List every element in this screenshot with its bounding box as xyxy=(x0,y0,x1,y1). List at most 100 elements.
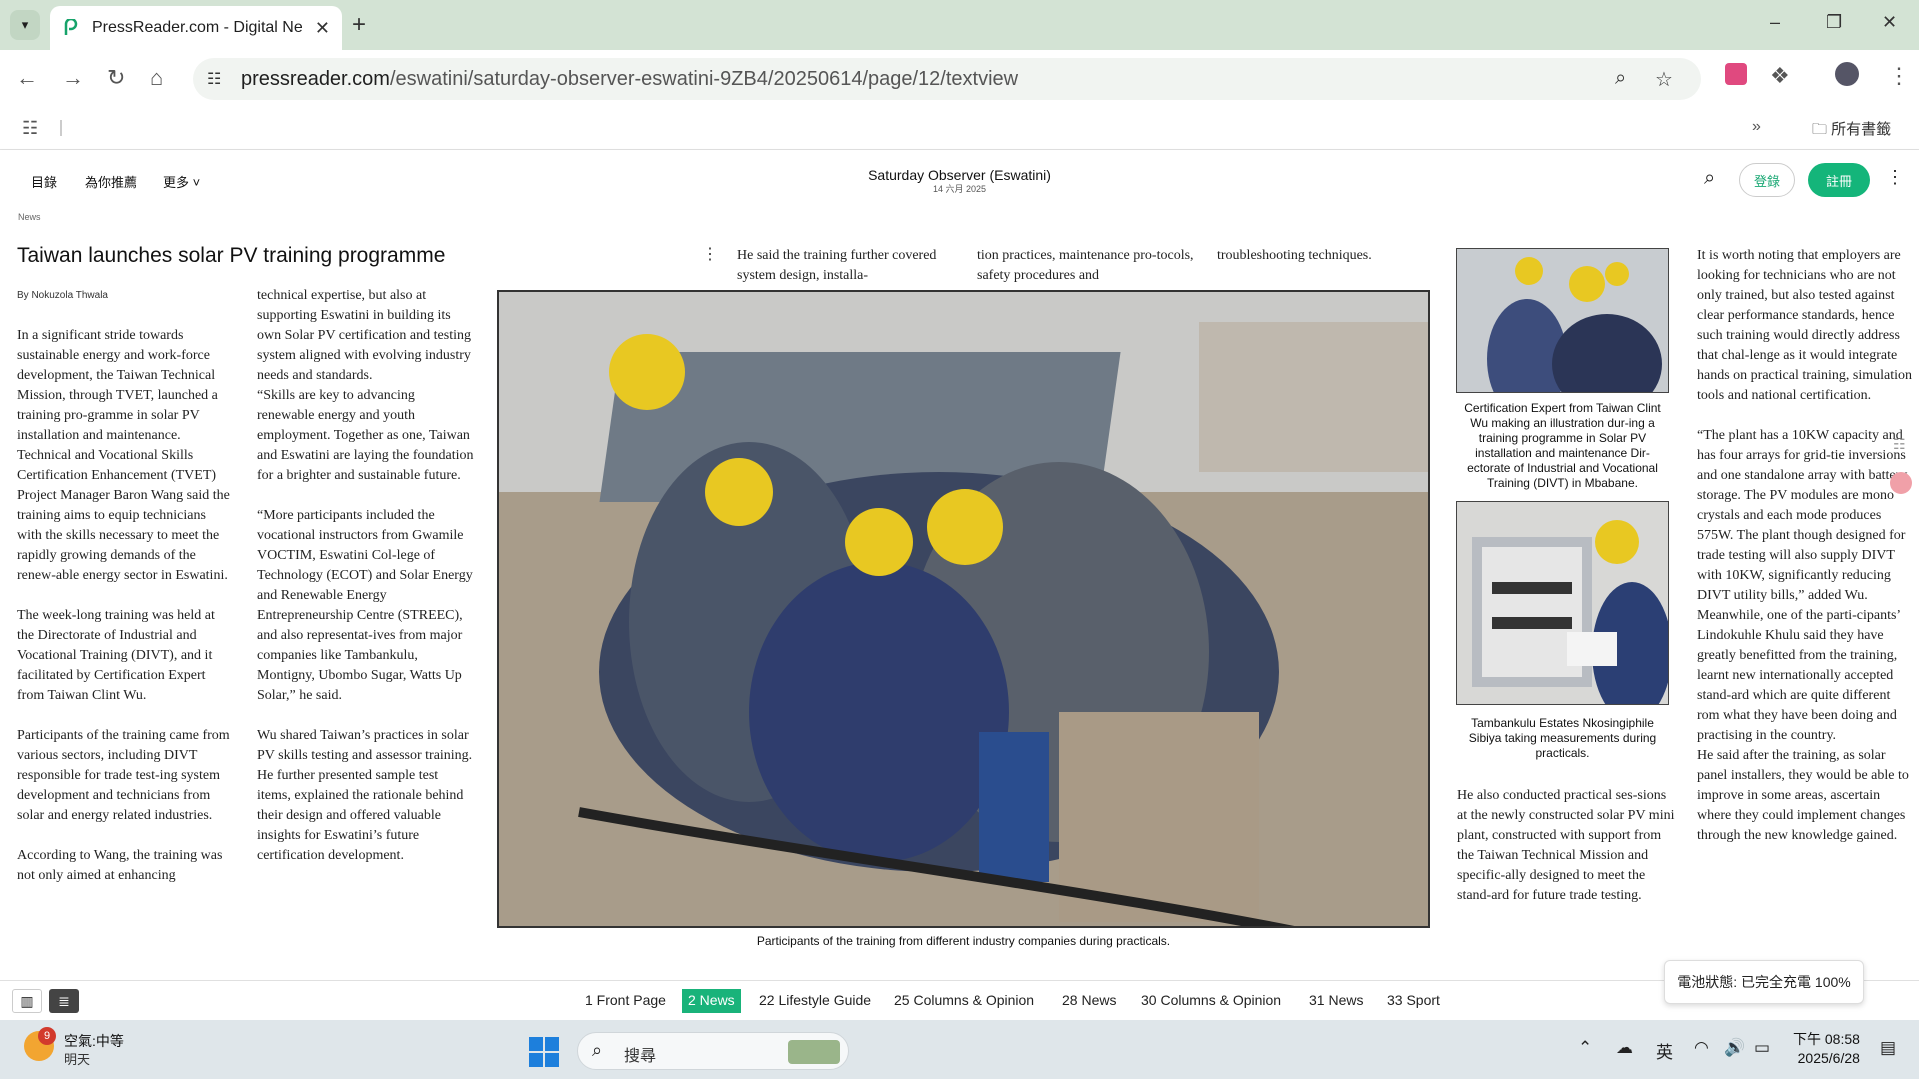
tab-title: PressReader.com - Digital Ne xyxy=(92,19,302,36)
article-byline: By Nokuzola Thwala xyxy=(17,290,108,301)
reload-icon[interactable]: ↻ xyxy=(107,65,125,91)
search-icon[interactable]: ⌕ xyxy=(1704,167,1715,190)
strip-text-1: He said the training further covered sys… xyxy=(737,248,937,283)
paragraph: “The plant has a 10KW capacity and has f… xyxy=(1697,428,1908,603)
photo-measurements-caption: Tambankulu Estates Nkosingiphile Sibiya … xyxy=(1468,716,1657,760)
page-view-icon[interactable]: ▥ xyxy=(12,989,42,1013)
page-link[interactable]: 25 Columns & Opinion xyxy=(888,989,1040,1013)
main-photo[interactable] xyxy=(497,290,1430,928)
taskbar-search[interactable]: ⌕ 搜尋 xyxy=(577,1032,849,1070)
pressreader-favicon xyxy=(64,19,78,35)
new-tab-button[interactable]: + xyxy=(352,11,366,39)
onedrive-icon[interactable]: ☁ xyxy=(1616,1038,1633,1058)
forward-icon[interactable]: → xyxy=(62,65,84,91)
search-placeholder: 搜尋 xyxy=(624,1048,657,1065)
system-clock[interactable]: 下午 08:58 2025/6/28 xyxy=(1793,1030,1860,1068)
bookmark-separator xyxy=(60,120,62,136)
browser-tab-active[interactable]: PressReader.com - Digital Ne ✕ xyxy=(50,6,342,50)
article-column-1: In a significant stride towards sustaina… xyxy=(17,326,231,906)
article-textview: News Taiwan launches solar PV training p… xyxy=(0,210,1919,980)
paragraph: Participants of the training came from v… xyxy=(17,728,230,823)
login-button[interactable]: 登錄 xyxy=(1739,163,1795,197)
paragraph: It is worth noting that employers are lo… xyxy=(1697,248,1913,403)
clock-time: 下午 08:58 xyxy=(1793,1031,1860,1047)
side-tool-icon[interactable]: ☷ xyxy=(1893,436,1906,453)
profile-avatar[interactable] xyxy=(1835,62,1859,86)
strip-text-3: troubleshooting techniques. xyxy=(1217,248,1372,263)
page-link[interactable]: 1 Front Page xyxy=(579,989,672,1013)
windows-start-icon[interactable] xyxy=(529,1037,559,1067)
paragraph: In a significant stride towards sustaina… xyxy=(17,328,218,443)
paragraph: technical expertise, but also at support… xyxy=(257,288,471,383)
minimize-icon[interactable]: – xyxy=(1770,12,1780,33)
weather-day: 明天 xyxy=(64,1052,91,1067)
tab-search-button[interactable]: ▾ xyxy=(10,10,40,40)
section-label: News xyxy=(18,212,41,222)
restore-icon[interactable]: ❐ xyxy=(1826,12,1842,33)
paragraph: The week-long training was held at the D… xyxy=(17,608,215,703)
tab-close-icon[interactable]: ✕ xyxy=(315,18,330,39)
browser-menu-icon[interactable]: ⋮ xyxy=(1888,63,1910,89)
photo-expert-graphic xyxy=(1457,249,1668,392)
paragraph: Meanwhile, one of the parti-cipants’ Lin… xyxy=(1697,608,1901,743)
site-info-icon[interactable]: ☷ xyxy=(207,69,221,89)
paragraph: He said after the training, as solar pan… xyxy=(1697,748,1909,843)
main-photo-caption: Participants of the training from differ… xyxy=(756,934,1171,948)
publication-date: 14 六月 2025 xyxy=(932,184,987,194)
close-window-icon[interactable]: ✕ xyxy=(1882,12,1897,33)
page-link-active[interactable]: 2 News xyxy=(682,989,741,1013)
main-photo-graphic xyxy=(499,292,1428,926)
paragraph: “More participants included the vocation… xyxy=(257,508,473,703)
weather-status: 空氣:中等 xyxy=(64,1033,124,1049)
apps-grid-icon[interactable]: ☷ xyxy=(22,118,38,139)
publication-title[interactable]: Saturday Observer (Eswatini) xyxy=(0,167,1919,183)
url-text: pressreader.com/eswatini/saturday-observ… xyxy=(241,68,1019,90)
battery-icon[interactable]: ▭ xyxy=(1754,1038,1770,1058)
volume-icon[interactable]: 🔊 xyxy=(1724,1038,1745,1058)
tab-strip: ▾ PressReader.com - Digital Ne ✕ + – ❐ ✕ xyxy=(0,0,1919,50)
article-column-5: It is worth noting that employers are lo… xyxy=(1697,246,1913,846)
ime-indicator[interactable]: 英 xyxy=(1656,1038,1673,1063)
bookmark-star-icon[interactable]: ☆ xyxy=(1655,67,1673,92)
paragraph: Wu shared Taiwan’s practices in solar PV… xyxy=(257,728,473,863)
photo-expert-caption: Certification Expert from Taiwan Clint W… xyxy=(1464,401,1661,490)
clock-date: 2025/6/28 xyxy=(1797,1050,1860,1066)
translate-extension-icon[interactable] xyxy=(1725,63,1747,85)
paragraph: “Skills are key to advancing renewable e… xyxy=(257,388,474,483)
windows-taskbar: 9 空氣:中等 明天 ⌕ 搜尋 ⌃ ☁ 英 ◠ 🔊 ▭ 下午 08:58 202… xyxy=(0,1020,1919,1079)
page-link[interactable]: 31 News xyxy=(1303,989,1369,1013)
search-highlight-image xyxy=(788,1040,840,1064)
notification-icon[interactable]: ▤ xyxy=(1880,1038,1896,1058)
wifi-icon[interactable]: ◠ xyxy=(1694,1038,1709,1058)
paragraph: Technical and Vocational Skills Certific… xyxy=(17,448,230,583)
battery-tooltip: 電池狀態: 已完全充電 100% xyxy=(1664,960,1864,1004)
page-link[interactable]: 28 News xyxy=(1056,989,1122,1013)
photo-expert[interactable] xyxy=(1456,248,1669,393)
all-bookmarks-folder[interactable]: 🗀 所有書籤 xyxy=(1812,118,1891,144)
back-icon[interactable]: ← xyxy=(16,65,38,91)
photo-measurements-graphic xyxy=(1457,502,1668,704)
bookmarks-bar: ☷ » 🗀 所有書籤 xyxy=(0,108,1919,150)
more-options-icon[interactable]: ⋮ xyxy=(1886,167,1904,188)
address-bar[interactable]: ☷ pressreader.com/eswatini/saturday-obse… xyxy=(193,58,1701,100)
register-button[interactable]: 註冊 xyxy=(1808,163,1870,197)
home-icon[interactable]: ⌂ xyxy=(150,65,163,91)
more-bookmarks-icon[interactable]: » xyxy=(1752,118,1761,136)
strip-text-2: tion practices, maintenance pro-tocols, … xyxy=(977,248,1194,283)
paragraph: According to Wang, the training was not … xyxy=(17,848,223,883)
pressreader-header: 目錄 為你推薦 更多 ˅ Saturday Observer (Eswatini… xyxy=(0,150,1919,210)
extensions-icon[interactable]: ❖ xyxy=(1770,63,1790,89)
photo-measurements[interactable] xyxy=(1456,501,1669,705)
tray-overflow-icon[interactable]: ⌃ xyxy=(1578,1038,1592,1058)
article-options-icon[interactable]: ⋮ xyxy=(702,244,718,264)
page-link[interactable]: 33 Sport xyxy=(1381,989,1446,1013)
text-view-icon[interactable]: ≣ xyxy=(49,989,79,1013)
article-column-2: technical expertise, but also at support… xyxy=(257,286,475,886)
article-headline: Taiwan launches solar PV training progra… xyxy=(17,244,446,267)
page-link[interactable]: 22 Lifestyle Guide xyxy=(753,989,877,1013)
translate-float-icon[interactable] xyxy=(1890,472,1912,494)
zoom-icon[interactable]: ⌕ xyxy=(1615,67,1626,90)
page-navigator: ▥ ≣ 1 Front Page 2 News 22 Lifestyle Gui… xyxy=(0,980,1919,1020)
page-link[interactable]: 30 Columns & Opinion xyxy=(1135,989,1287,1013)
search-icon: ⌕ xyxy=(592,1040,603,1060)
